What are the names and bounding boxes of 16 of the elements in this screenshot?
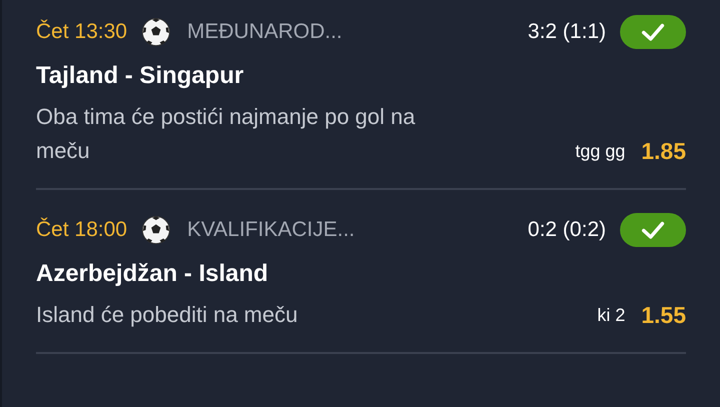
match-score: 3:2 (1:1) bbox=[528, 20, 606, 44]
league-name: MEĐUNAROD... bbox=[187, 20, 344, 44]
bet-market: tgg gg bbox=[575, 140, 626, 163]
match-time: Čet 18:00 bbox=[36, 218, 128, 242]
bet-market: ki 2 bbox=[597, 304, 626, 327]
bet-pick: Island će pobediti na meču bbox=[36, 301, 299, 329]
match-title: Tajland - Singapur bbox=[36, 62, 245, 90]
bet-odds: 1.85 bbox=[641, 137, 686, 166]
match-time: Čet 13:30 bbox=[36, 20, 128, 44]
bet-pick: Oba tima će postići najmanje po gol na meču bbox=[36, 103, 416, 165]
bet-odds: 1.55 bbox=[641, 301, 686, 330]
match-score: 0:2 (0:2) bbox=[528, 218, 606, 242]
league-name: KVALIFIKACIJE... bbox=[187, 218, 356, 242]
soccer-ball-icon bbox=[141, 17, 172, 47]
match-title: Azerbejdžan - Island bbox=[36, 260, 270, 288]
soccer-ball-icon bbox=[141, 215, 172, 245]
